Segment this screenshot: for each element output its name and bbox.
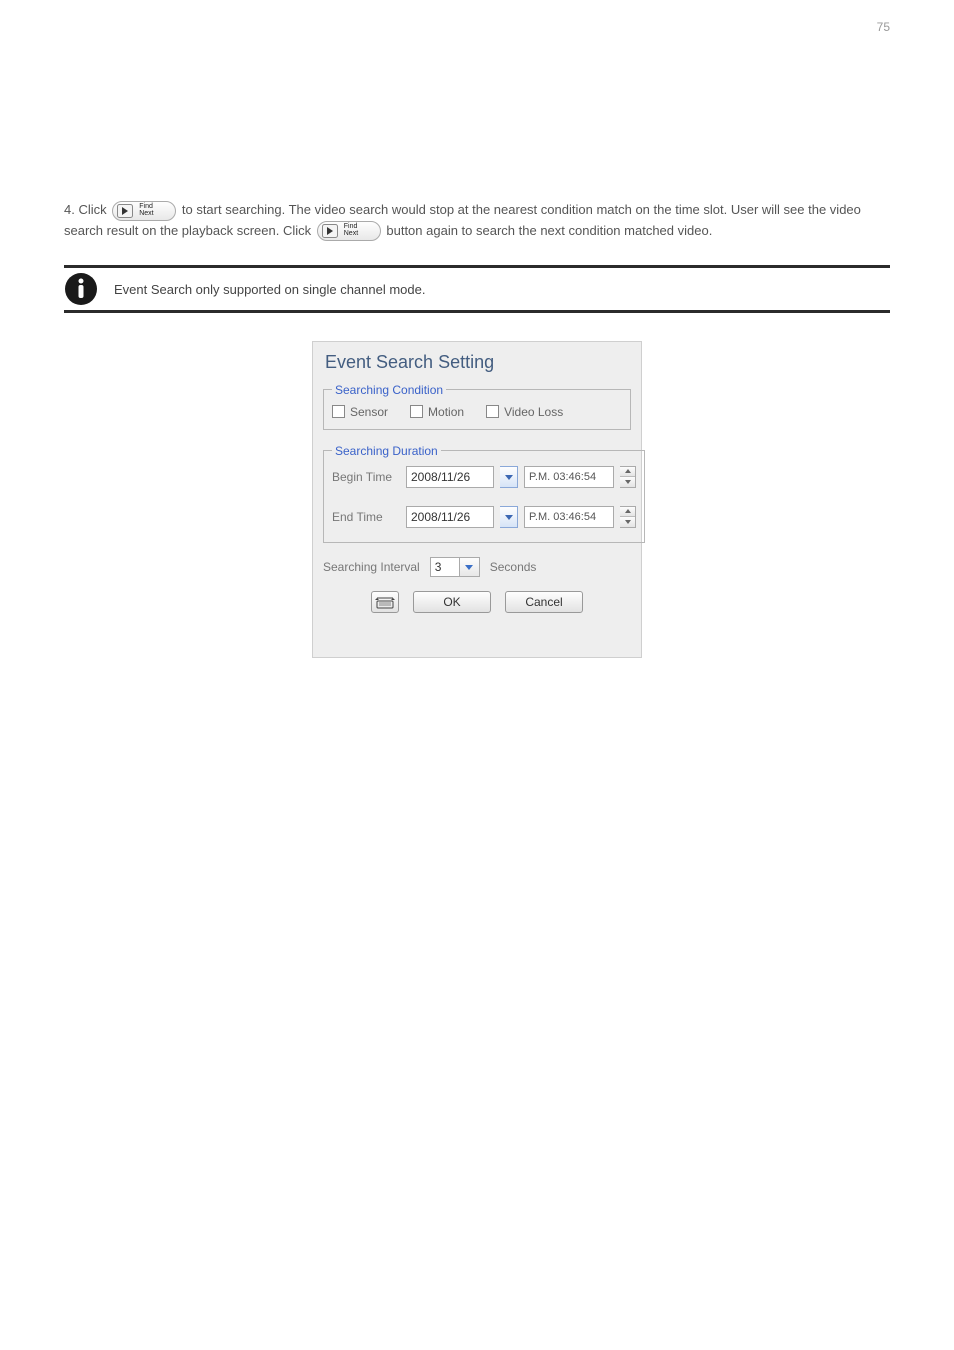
find-next-icon-label: FindNext xyxy=(139,203,153,217)
begin-date-dropdown[interactable] xyxy=(500,466,518,488)
chevron-down-icon xyxy=(504,512,514,522)
keyboard-icon xyxy=(375,595,395,609)
searching-duration-group: Searching Duration Begin Time 2008/11/26… xyxy=(323,444,645,543)
instruction-paragraph: 4. Click FindNext to start searching. Th… xyxy=(64,200,890,241)
spinner-up[interactable] xyxy=(620,507,635,518)
info-text: Event Search only supported on single ch… xyxy=(114,278,890,300)
end-time-label: End Time xyxy=(332,510,400,524)
chevron-up-icon xyxy=(624,508,632,514)
checkbox-label: Video Loss xyxy=(504,405,563,419)
searching-duration-legend: Searching Duration xyxy=(332,444,441,458)
interval-select[interactable]: 3 xyxy=(430,557,480,577)
video-loss-checkbox[interactable]: Video Loss xyxy=(486,405,563,419)
begin-time-input[interactable]: P.M. 03:46:54 xyxy=(524,466,614,488)
spinner-down[interactable] xyxy=(620,517,635,527)
dialog-title: Event Search Setting xyxy=(319,348,635,383)
chevron-down-icon xyxy=(463,561,475,573)
page-number: 75 xyxy=(877,20,890,34)
begin-time-label: Begin Time xyxy=(332,470,400,484)
end-time-input[interactable]: P.M. 03:46:54 xyxy=(524,506,614,528)
event-search-setting-dialog: Event Search Setting Searching Condition… xyxy=(312,341,642,658)
interval-dropdown-button[interactable] xyxy=(460,557,480,577)
checkbox-label: Motion xyxy=(428,405,464,419)
info-icon xyxy=(64,272,98,306)
checkbox-icon xyxy=(410,405,423,418)
keyboard-button[interactable] xyxy=(371,591,399,613)
text-fragment: Click xyxy=(283,223,315,238)
begin-date-input[interactable]: 2008/11/26 xyxy=(406,466,494,488)
end-date-input[interactable]: 2008/11/26 xyxy=(406,506,494,528)
chevron-up-icon xyxy=(624,468,632,474)
info-callout: Event Search only supported on single ch… xyxy=(64,265,890,313)
sensor-checkbox[interactable]: Sensor xyxy=(332,405,388,419)
interval-value: 3 xyxy=(430,557,460,577)
spinner-down[interactable] xyxy=(620,477,635,487)
end-time-spinner[interactable] xyxy=(620,506,636,528)
ok-button[interactable]: OK xyxy=(413,591,491,613)
begin-time-spinner[interactable] xyxy=(620,466,636,488)
text-fragment: button again to search the next conditio… xyxy=(386,223,712,238)
chevron-down-icon xyxy=(504,472,514,482)
searching-interval-label: Searching Interval xyxy=(323,560,420,574)
checkbox-label: Sensor xyxy=(350,405,388,419)
chevron-down-icon xyxy=(624,479,632,485)
checkbox-icon xyxy=(332,405,345,418)
searching-condition-legend: Searching Condition xyxy=(332,383,446,397)
dialog-footer-spacer xyxy=(319,613,635,647)
find-next-button-image: FindNext xyxy=(112,201,176,221)
spinner-up[interactable] xyxy=(620,467,635,478)
end-date-dropdown[interactable] xyxy=(500,506,518,528)
find-next-icon-label: FindNext xyxy=(344,223,358,237)
searching-condition-group: Searching Condition Sensor Motion Video … xyxy=(323,383,631,430)
chevron-down-icon xyxy=(624,519,632,525)
checkbox-icon xyxy=(486,405,499,418)
cancel-button[interactable]: Cancel xyxy=(505,591,583,613)
text-fragment: to start searching. The video search wou… xyxy=(182,202,593,217)
find-next-button-image: FindNext xyxy=(317,221,381,241)
interval-unit-label: Seconds xyxy=(490,560,537,574)
motion-checkbox[interactable]: Motion xyxy=(410,405,464,419)
text-fragment: 4. Click xyxy=(64,202,110,217)
